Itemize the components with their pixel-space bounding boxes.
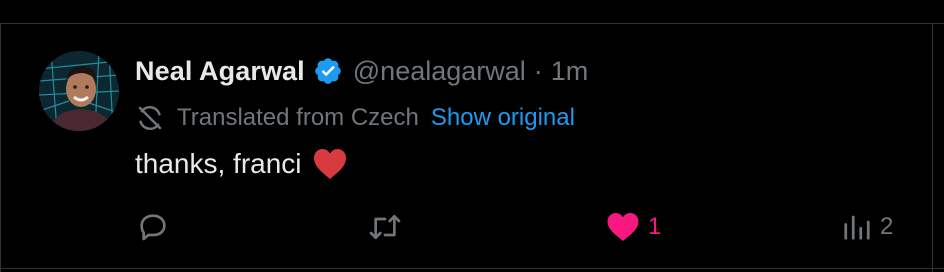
author-name[interactable]: Neal Agarwal xyxy=(135,56,305,87)
retweet-icon xyxy=(367,211,403,243)
translate-icon xyxy=(135,103,165,133)
tweet-left-border xyxy=(0,23,1,272)
avatar-image xyxy=(39,51,119,131)
verified-badge-icon xyxy=(313,56,343,86)
translation-row: Translated from Czech Show original xyxy=(135,101,575,135)
show-original-link[interactable]: Show original xyxy=(431,104,575,132)
tweet-bottom-border xyxy=(0,268,944,269)
reply-icon xyxy=(137,211,169,243)
tweet-top-border xyxy=(0,23,944,24)
heart-filled-icon xyxy=(606,212,640,242)
reply-button[interactable] xyxy=(137,210,177,244)
separator-dot: · xyxy=(533,55,543,86)
views-count: 2 xyxy=(880,213,894,240)
like-count: 1 xyxy=(648,213,662,240)
views-chart-icon xyxy=(842,212,872,242)
tweet-right-border xyxy=(932,23,933,272)
translation-note: Translated from Czech xyxy=(177,104,419,131)
author-handle[interactable]: @nealagarwal xyxy=(353,56,526,87)
like-button[interactable]: 1 xyxy=(606,210,661,244)
avatar[interactable] xyxy=(39,51,119,131)
red-heart-emoji-icon xyxy=(312,148,348,180)
tweet-text: thanks, franci xyxy=(135,145,348,183)
tweet-body: thanks, franci xyxy=(135,148,302,179)
tweet-header: Neal Agarwal @nealagarwal · 1m xyxy=(135,53,588,89)
views-button[interactable]: 2 xyxy=(842,210,893,244)
timestamp[interactable]: 1m xyxy=(551,56,589,87)
retweet-button[interactable] xyxy=(367,210,411,244)
